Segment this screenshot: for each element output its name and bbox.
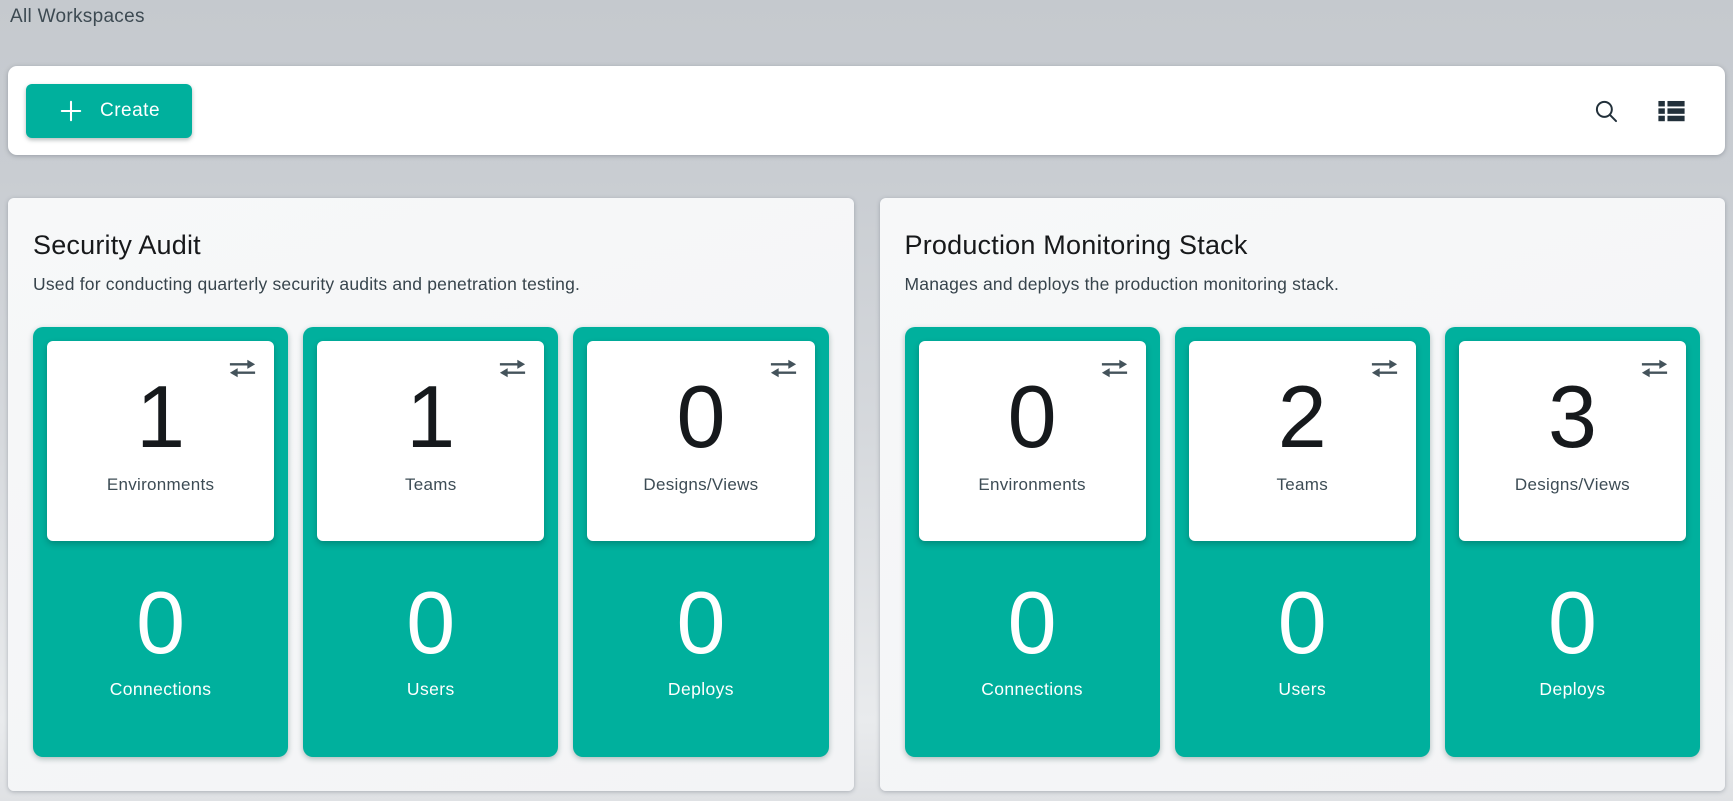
swap-icon xyxy=(1369,358,1400,379)
swap-icon xyxy=(227,358,258,379)
stat-value: 0 xyxy=(919,541,1146,667)
workspace-title: Production Monitoring Stack xyxy=(905,228,1701,262)
stat-value: 0 xyxy=(317,541,544,667)
stat-label: Deploys xyxy=(587,679,814,700)
stat-value: 0 xyxy=(1189,541,1416,667)
transfer-button[interactable] xyxy=(225,356,260,384)
tile-top: 0 Designs/Views xyxy=(587,341,814,541)
workspace-cards: Security Audit Used for conducting quart… xyxy=(8,198,1725,791)
stat-tile-teams[interactable]: 2 Teams 0 Users xyxy=(1175,327,1430,757)
stat-label: Teams xyxy=(1189,475,1416,495)
tile-top: 3 Designs/Views xyxy=(1459,341,1686,541)
stat-label: Teams xyxy=(317,475,544,495)
swap-icon xyxy=(1099,358,1130,379)
view-list-icon[interactable] xyxy=(1654,96,1689,125)
transfer-button[interactable] xyxy=(1367,356,1402,384)
workspace-card-security-audit: Security Audit Used for conducting quart… xyxy=(8,198,854,791)
plus-icon xyxy=(58,98,84,124)
page-header: All Workspaces xyxy=(0,0,1733,58)
tile-bottom: 0 Users xyxy=(317,541,544,743)
tile-bottom: 0 Users xyxy=(1189,541,1416,743)
stat-label: Users xyxy=(1189,679,1416,700)
stat-label: Connections xyxy=(47,679,274,700)
workspace-description: Manages and deploys the production monit… xyxy=(905,272,1701,296)
stat-value: 0 xyxy=(47,541,274,667)
tile-top: 1 Environments xyxy=(47,341,274,541)
stat-label: Connections xyxy=(919,679,1146,700)
page-title: All Workspaces xyxy=(10,6,145,27)
stat-label: Designs/Views xyxy=(587,475,814,495)
stat-tiles: 0 Environments 0 Connections xyxy=(905,327,1701,757)
workspace-card-production-monitoring-stack: Production Monitoring Stack Manages and … xyxy=(880,198,1726,791)
stat-label: Environments xyxy=(919,475,1146,495)
tile-top: 0 Environments xyxy=(919,341,1146,541)
workspace-description: Used for conducting quarterly security a… xyxy=(33,272,829,296)
stat-label: Deploys xyxy=(1459,679,1686,700)
toolbar: Create xyxy=(8,66,1725,155)
stat-tile-environments[interactable]: 0 Environments 0 Connections xyxy=(905,327,1160,757)
toolbar-icons xyxy=(1590,95,1689,127)
stat-tile-teams[interactable]: 1 Teams 0 Users xyxy=(303,327,558,757)
tile-bottom: 0 Deploys xyxy=(587,541,814,743)
swap-icon xyxy=(768,358,799,379)
tile-bottom: 0 Connections xyxy=(47,541,274,743)
stat-tile-environments[interactable]: 1 Environments 0 Connections xyxy=(33,327,288,757)
swap-icon xyxy=(1639,358,1670,379)
create-button[interactable]: Create xyxy=(26,84,192,138)
stat-tile-designs-views[interactable]: 0 Designs/Views 0 Deploys xyxy=(573,327,828,757)
tile-top: 2 Teams xyxy=(1189,341,1416,541)
stat-label: Designs/Views xyxy=(1459,475,1686,495)
workspace-title: Security Audit xyxy=(33,228,829,262)
tile-bottom: 0 Deploys xyxy=(1459,541,1686,743)
transfer-button[interactable] xyxy=(1097,356,1132,384)
transfer-button[interactable] xyxy=(1637,356,1672,384)
stat-label: Users xyxy=(317,679,544,700)
stat-tiles: 1 Environments 0 Connections xyxy=(33,327,829,757)
transfer-button[interactable] xyxy=(495,356,530,384)
workspaces-page: All Workspaces Create xyxy=(0,0,1733,801)
stat-value: 0 xyxy=(1459,541,1686,667)
search-icon[interactable] xyxy=(1590,95,1622,127)
stat-tile-designs-views[interactable]: 3 Designs/Views 0 Deploys xyxy=(1445,327,1700,757)
stat-value: 0 xyxy=(587,541,814,667)
tile-top: 1 Teams xyxy=(317,341,544,541)
tile-bottom: 0 Connections xyxy=(919,541,1146,743)
transfer-button[interactable] xyxy=(766,356,801,384)
create-button-label: Create xyxy=(100,100,160,122)
swap-icon xyxy=(497,358,528,379)
stat-label: Environments xyxy=(47,475,274,495)
